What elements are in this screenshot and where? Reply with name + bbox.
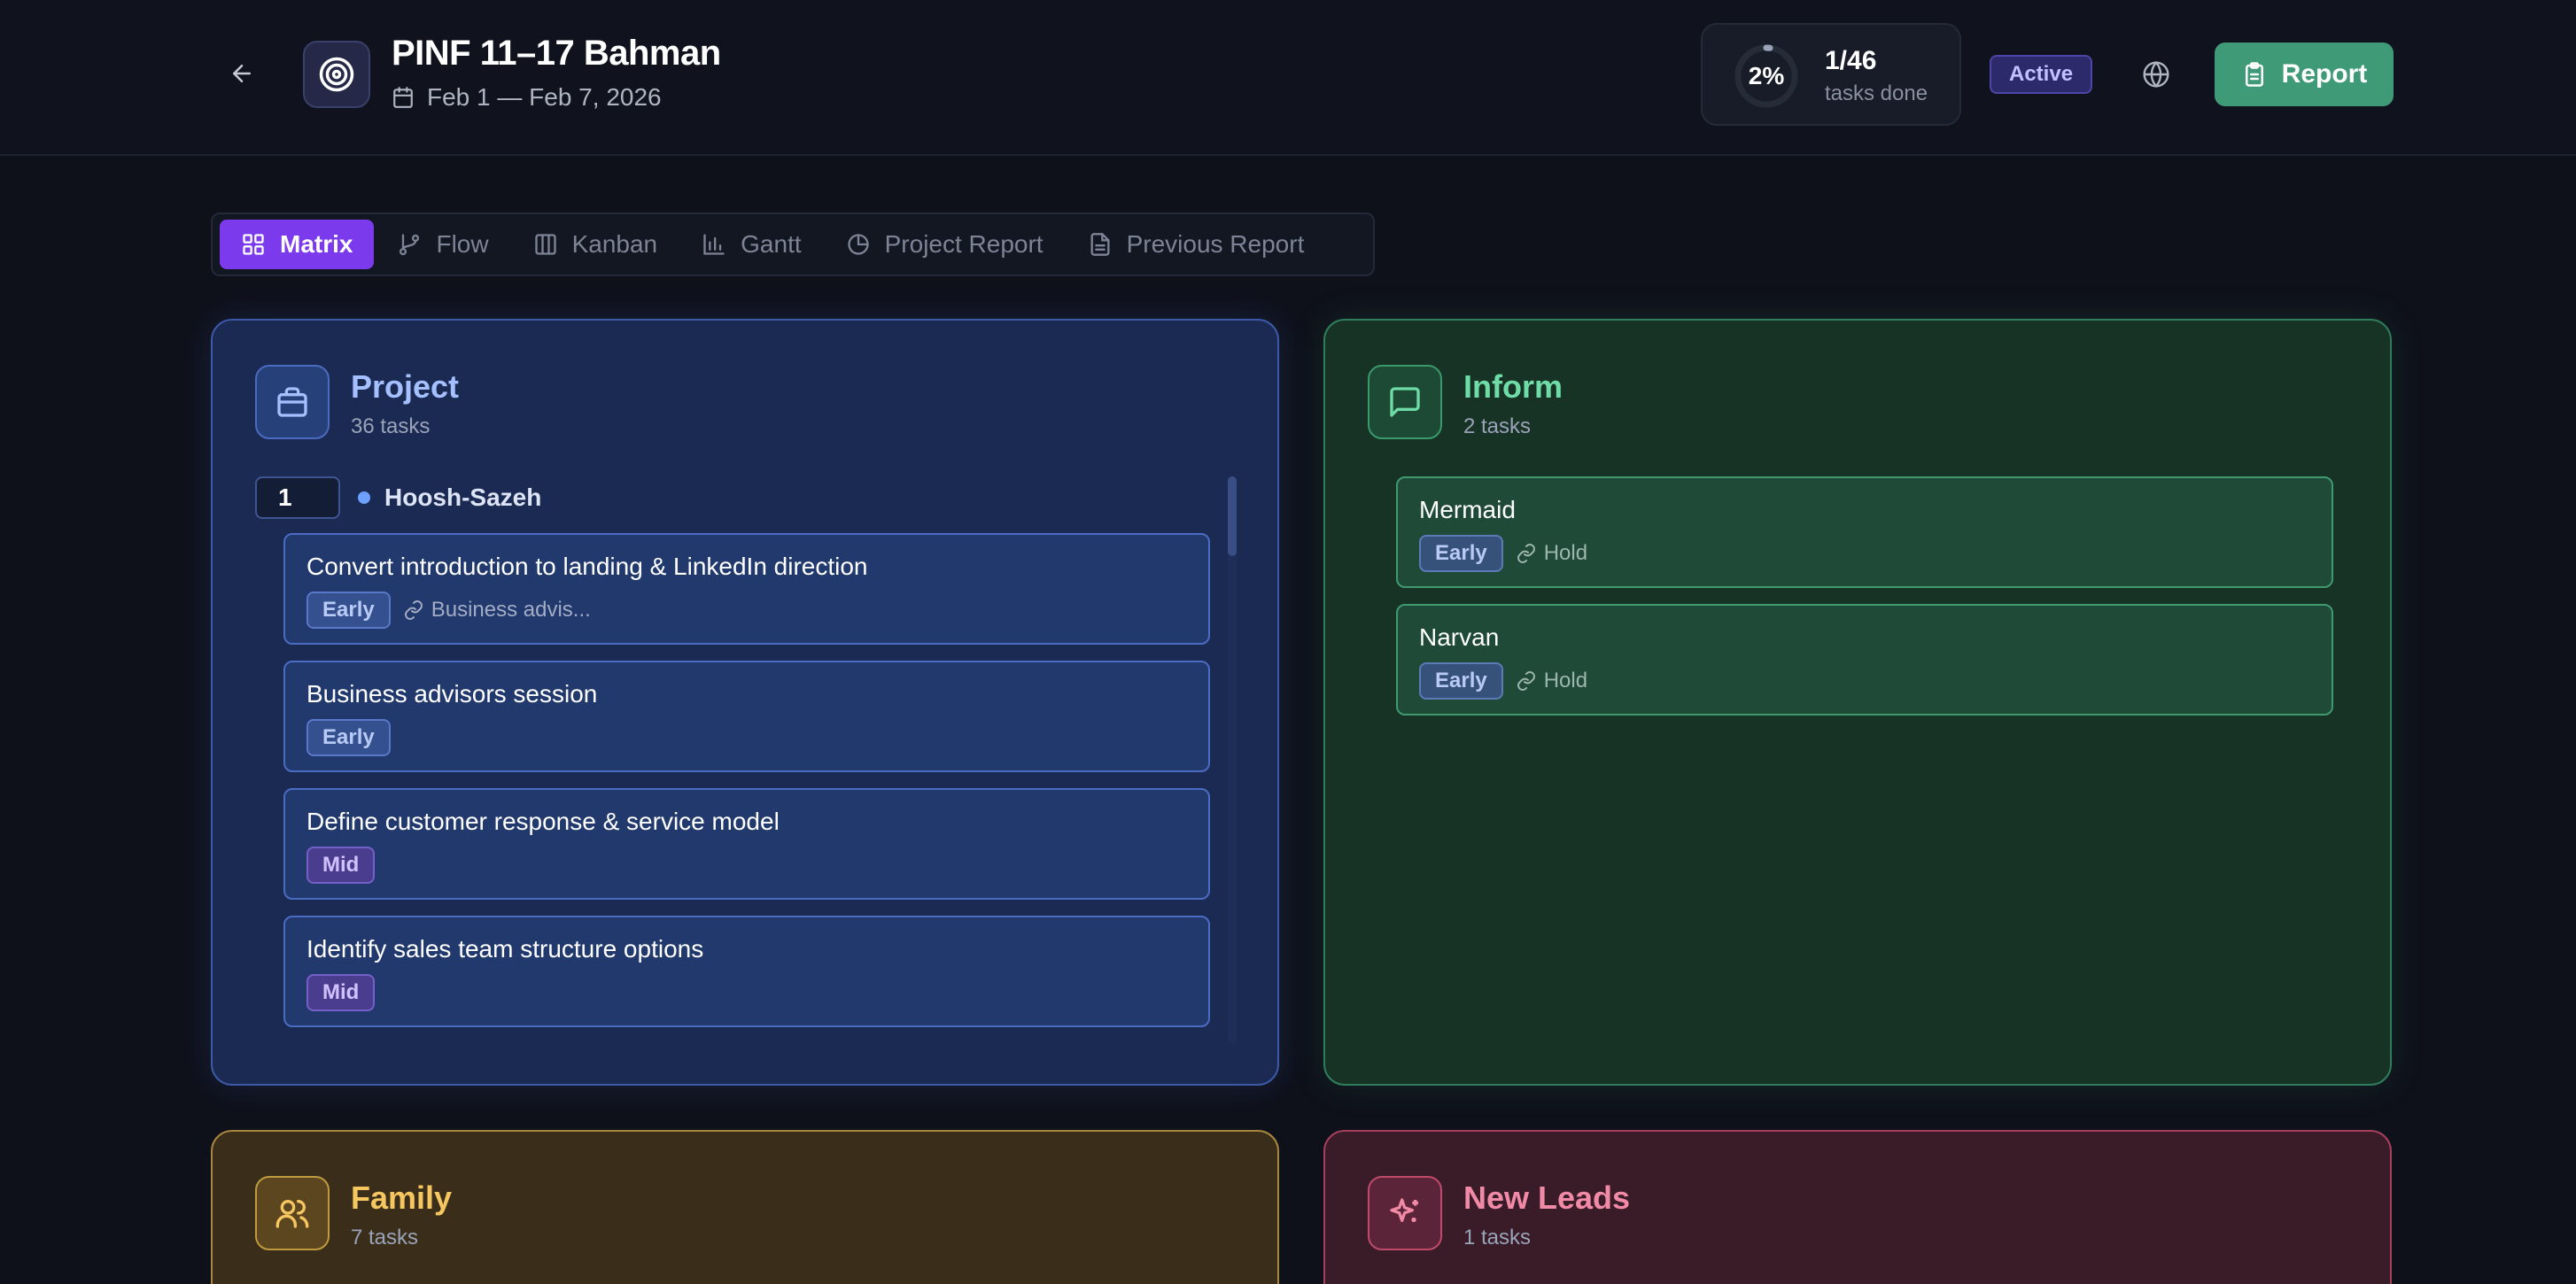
project-logo [303,41,370,108]
tasks-done-label: tasks done [1825,81,1928,105]
dependency-label: Business advis... [431,598,591,622]
task-card[interactable]: Business advisors session Early [283,661,1210,772]
sparkles-icon [1390,1198,1418,1222]
grid-icon [243,234,264,255]
git-branch-icon [400,234,420,256]
quadrant-title: Inform [1463,368,1563,405]
task-title: Business advisors session [306,680,598,708]
tab-label: Matrix [280,230,353,258]
task-title: Narvan [1419,623,1500,651]
task-title: Identify sales team structure options [306,935,704,963]
task-meta: Early Hold [1419,535,1587,572]
tab-label: Gantt [741,230,802,258]
dependency-label: Hold [1543,541,1588,565]
task-meta: Early [306,719,391,756]
globe-icon [2143,60,2169,89]
quadrant-icon-container [255,1176,330,1250]
clipboard-icon [2245,62,2263,87]
report-button[interactable]: Report [2215,43,2394,106]
task-list-scrollbar[interactable] [1228,476,1237,1043]
group-number[interactable]: 1 [255,476,340,519]
file-text-icon [1090,233,1110,256]
task-card[interactable]: Narvan Early Hold [1396,604,2333,715]
tab-project-report[interactable]: Project Report [825,220,1065,269]
tab-previous-report[interactable]: Previous Report [1067,220,1326,269]
quadrant-icon-container [1368,1176,1442,1250]
calendar-icon [393,87,413,108]
tab-matrix[interactable]: Matrix [220,220,375,269]
quadrant-task-count: 1 tasks [1463,1226,1532,1249]
task-list: Mermaid Early Hold Narvan Early Hold [1396,476,2333,731]
report-button-label: Report [2281,59,2368,89]
date-range-text: Feb 1 — Feb 7, 2026 [427,83,662,111]
quadrant-new-leads: New Leads 1 tasks [1323,1130,2392,1284]
tasks-done-count: 1/46 [1825,46,1877,75]
quadrant-task-count: 36 tasks [351,414,431,438]
phase-tag: Early [1419,535,1503,572]
phase-tag: Mid [306,974,376,1011]
message-square-icon [1390,387,1420,417]
quadrant-title: Family [351,1180,453,1216]
page-title: PINF 11–17 Bahman [392,34,721,73]
task-title: Define customer response & service model [306,808,780,835]
briefcase-icon [277,387,307,417]
task-card[interactable]: Define customer response & service model… [283,788,1210,900]
pie-chart-icon [847,234,869,255]
quadrant-project: Project 36 tasks 1 Hoosh-Sazeh Convert i… [211,319,1279,1086]
group-dot [358,491,370,504]
link-icon [404,600,423,620]
phase-tag: Mid [306,847,376,884]
quadrant-task-count: 2 tasks [1463,414,1532,438]
status-badge[interactable]: Active [1990,55,2093,94]
date-range: Feb 1 — Feb 7, 2026 [392,83,662,112]
tab-label: Flow [436,230,489,258]
task-title: Convert introduction to landing & Linked… [306,553,868,580]
back-button[interactable] [223,55,260,92]
language-button[interactable] [2138,57,2174,92]
view-tabs: Matrix Flow Kanban Gantt Project Report … [211,213,1375,276]
top-bar: PINF 11–17 Bahman Feb 1 — Feb 7, 2026 2%… [0,0,2576,156]
tab-label: Previous Report [1126,230,1305,258]
task-meta: Mid [306,974,376,1011]
tab-label: Project Report [884,230,1044,258]
task-dependency: Hold [1516,541,1587,566]
task-dependency: Hold [1516,669,1587,693]
bar-chart-icon [703,234,725,255]
users-icon [275,1200,309,1228]
dependency-label: Hold [1543,669,1588,692]
phase-tag: Early [306,719,391,756]
quadrant-inform: Inform 2 tasks Mermaid Early Hold Narvan… [1323,319,2392,1086]
tab-label: Kanban [571,230,658,258]
progress-summary: 2% 1/46 tasks done [1701,23,1961,126]
progress-percent: 2% [1748,62,1785,89]
task-card[interactable]: Identify sales team structure options Mi… [283,916,1210,1027]
task-group-header[interactable]: 1 Hoosh-Sazeh [255,476,541,519]
task-meta: Early Hold [1419,662,1587,700]
task-card[interactable]: Convert introduction to landing & Linked… [283,533,1210,645]
task-meta: Early Business advis... [306,592,591,629]
task-list: Convert introduction to landing & Linked… [283,533,1210,1043]
task-title: Mermaid [1419,496,1516,523]
quadrant-title: New Leads [1463,1180,1631,1216]
quadrant-icon-container [1368,365,1442,439]
phase-tag: Early [1419,662,1503,700]
group-name: Hoosh-Sazeh [384,483,542,511]
task-card[interactable]: Mermaid Early Hold [1396,476,2333,588]
quadrant-icon-container [255,365,330,439]
quadrant-family: Family 7 tasks [211,1130,1279,1284]
tab-kanban[interactable]: Kanban [512,220,679,269]
arrow-left-icon [233,65,251,82]
target-icon [319,57,354,92]
tab-flow[interactable]: Flow [376,220,509,269]
link-icon [1517,544,1535,563]
tab-gantt[interactable]: Gantt [680,220,822,269]
task-meta: Mid [306,847,376,884]
columns-icon [534,234,556,255]
link-icon [1517,671,1535,691]
scrollbar-thumb[interactable] [1228,476,1237,556]
task-dependency: Business advis... [403,598,591,623]
quadrant-task-count: 7 tasks [351,1226,419,1249]
phase-tag: Early [306,592,391,629]
quadrant-title: Project [351,368,460,405]
